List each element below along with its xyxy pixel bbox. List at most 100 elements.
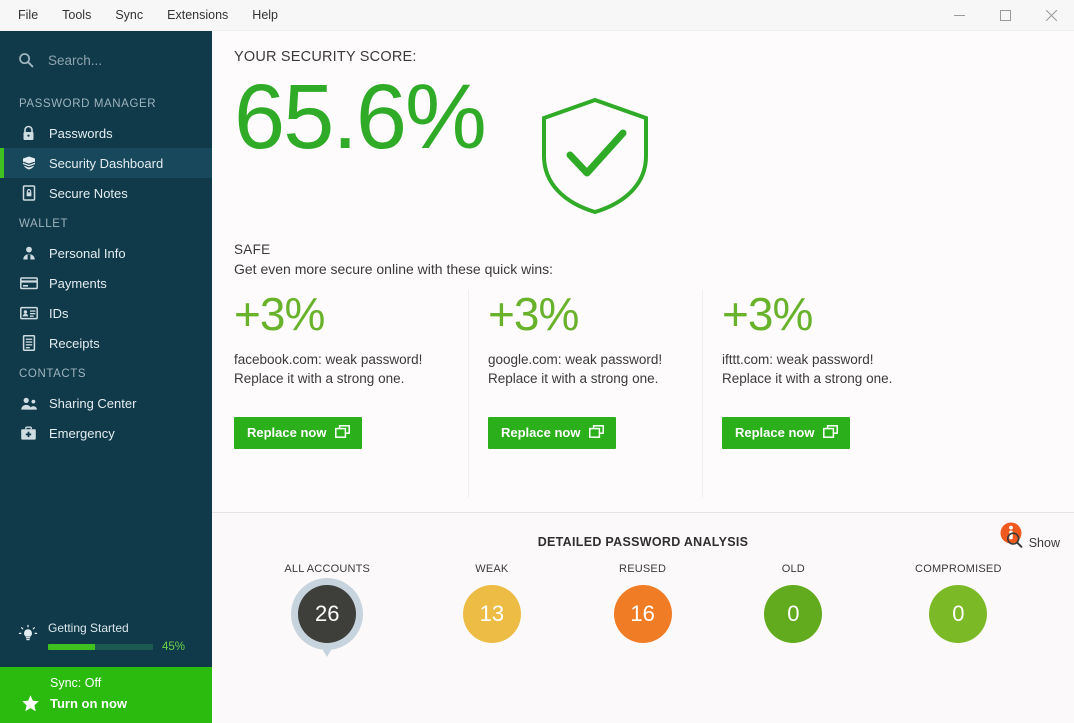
sidebar-item-label: Receipts [49, 335, 100, 351]
sidebar-nav: PASSWORD MANAGER Passwords Security Dash… [0, 84, 212, 620]
search-icon [18, 52, 34, 68]
metrics-row: ALL ACCOUNTS 26 WEAK 13 REUSED 16 OLD 0 … [212, 549, 1074, 657]
quick-win-percent: +3% [234, 288, 325, 340]
metric-label: ALL ACCOUNTS [284, 563, 371, 575]
quick-wins: +3% facebook.com: weak password! Replace… [212, 290, 1074, 512]
metric-bubble: 0 [764, 585, 823, 643]
window-controls [936, 0, 1074, 31]
lock-icon [19, 125, 38, 141]
sidebar-item-passwords[interactable]: Passwords [0, 118, 212, 148]
metric-value: 0 [952, 601, 965, 626]
sidebar-section-password-manager: PASSWORD MANAGER [19, 98, 157, 110]
quick-win-percent: +3% [722, 288, 813, 340]
sidebar-item-label: IDs [49, 305, 69, 321]
sidebar-item-ids[interactable]: IDs [0, 298, 212, 328]
replace-now-button[interactable]: Replace now [488, 416, 617, 449]
app-window: File Tools Sync Extensions Help Search..… [0, 0, 1074, 723]
sidebar-item-label: Passwords [49, 125, 113, 141]
quick-win-card: +3% google.com: weak password! Replace i… [468, 290, 702, 512]
sidebar-item-sharing-center[interactable]: Sharing Center [0, 388, 212, 418]
getting-started-label: Getting Started [48, 621, 129, 635]
analysis-title: DETAILED PASSWORD ANALYSIS [537, 535, 749, 549]
metric-bubble-wrap: 0 [929, 585, 988, 643]
person-icon [19, 245, 38, 261]
menu-item-file[interactable]: File [6, 3, 50, 27]
menu-bar: File Tools Sync Extensions Help [0, 3, 290, 27]
sidebar-item-emergency[interactable]: Emergency [0, 418, 212, 448]
metric-bubble-wrap: 16 [613, 585, 672, 643]
sync-turn-on-row[interactable]: Turn on now [0, 694, 212, 713]
security-score-subtitle: Get even more secure online with these q… [234, 261, 554, 277]
replace-now-label: Replace now [247, 425, 327, 441]
security-score-value: 65.6% [234, 66, 487, 168]
open-external-icon [823, 424, 839, 441]
sidebar-item-personal-info[interactable]: Personal Info [0, 238, 212, 268]
metric-bubble: 16 [613, 585, 672, 643]
show-toggle[interactable]: Show [998, 521, 1060, 551]
show-label: Show [1028, 536, 1060, 550]
metric-bubble-wrap: 26 [298, 585, 357, 657]
progress-percent-label: 45% [162, 641, 186, 653]
replace-now-button[interactable]: Replace now [234, 416, 363, 449]
replace-now-label: Replace now [501, 425, 581, 441]
menu-item-tools[interactable]: Tools [50, 3, 103, 27]
open-external-icon [589, 424, 605, 441]
sidebar-item-label: Secure Notes [49, 185, 128, 201]
metric-all-accounts[interactable]: ALL ACCOUNTS 26 [284, 563, 371, 657]
metric-compromised[interactable]: COMPROMISED 0 [915, 563, 1002, 643]
metric-bubble: 26 [298, 585, 357, 643]
metric-old[interactable]: OLD 0 [764, 563, 823, 643]
metric-value: 0 [787, 601, 800, 626]
getting-started[interactable]: Getting Started 45% [0, 620, 212, 667]
quick-win-card: +3% facebook.com: weak password! Replace… [234, 290, 468, 512]
security-score-title: YOUR SECURITY SCORE: [234, 49, 417, 65]
search-input[interactable] [48, 52, 178, 68]
metric-value: 16 [630, 601, 655, 626]
main-content: YOUR SECURITY SCORE: 65.6% SAFE Get even… [212, 31, 1074, 723]
menu-item-help[interactable]: Help [240, 3, 290, 27]
quick-win-text: facebook.com: weak password! Replace it … [234, 352, 423, 386]
body-row: PASSWORD MANAGER Passwords [0, 31, 1074, 723]
metric-value: 26 [314, 601, 340, 626]
metric-weak[interactable]: WEAK 13 [462, 563, 521, 643]
lightbulb-icon [14, 620, 42, 646]
maximize-icon[interactable] [982, 0, 1028, 31]
sidebar-item-label: Emergency [49, 425, 115, 441]
emergency-kit-icon [19, 426, 38, 441]
sidebar-item-label: Personal Info [49, 245, 126, 261]
menu-item-extensions[interactable]: Extensions [155, 3, 240, 27]
info-magnifier-icon [998, 521, 1028, 551]
sidebar-item-label: Sharing Center [49, 395, 137, 411]
sidebar-item-payments[interactable]: Payments [0, 268, 212, 298]
metric-label: COMPROMISED [915, 563, 1002, 575]
search-row[interactable] [0, 36, 212, 84]
sidebar-item-secure-notes[interactable]: Secure Notes [0, 178, 212, 208]
progress-track [48, 644, 153, 650]
sidebar-item-receipts[interactable]: Receipts [0, 328, 212, 358]
sidebar-item-security-dashboard[interactable]: Security Dashboard [0, 148, 212, 178]
metric-label: REUSED [619, 563, 667, 575]
metric-label: WEAK [475, 563, 509, 575]
close-icon[interactable] [1028, 0, 1074, 31]
metric-label: OLD [781, 563, 805, 575]
sync-status-label: Sync: Off [50, 676, 102, 690]
note-lock-icon [19, 185, 38, 201]
metric-bubble-wrap: 0 [764, 585, 823, 643]
metric-reused[interactable]: REUSED 16 [613, 563, 672, 643]
detailed-password-analysis: Show DETAILED PASSWORD ANALYSIS ALL ACCO… [212, 512, 1074, 723]
star-icon [18, 694, 42, 713]
credit-card-icon [19, 276, 38, 290]
getting-started-body: Getting Started 45% [48, 620, 198, 653]
security-score-section: YOUR SECURITY SCORE: 65.6% SAFE Get even… [212, 31, 1074, 277]
security-score-status: SAFE [234, 242, 271, 257]
receipt-icon [19, 335, 38, 351]
sync-panel[interactable]: Sync: Off Turn on now [0, 667, 212, 723]
menu-item-sync[interactable]: Sync [103, 3, 155, 27]
quick-win-text: google.com: weak password! Replace it wi… [488, 352, 663, 386]
id-card-icon [19, 306, 38, 320]
minimize-icon[interactable] [936, 0, 982, 31]
replace-now-button[interactable]: Replace now [722, 416, 851, 449]
metric-bubble-pointer [321, 647, 334, 657]
metric-value: 13 [479, 601, 505, 626]
quick-win-text: ifttt.com: weak password! Replace it wit… [722, 352, 893, 386]
